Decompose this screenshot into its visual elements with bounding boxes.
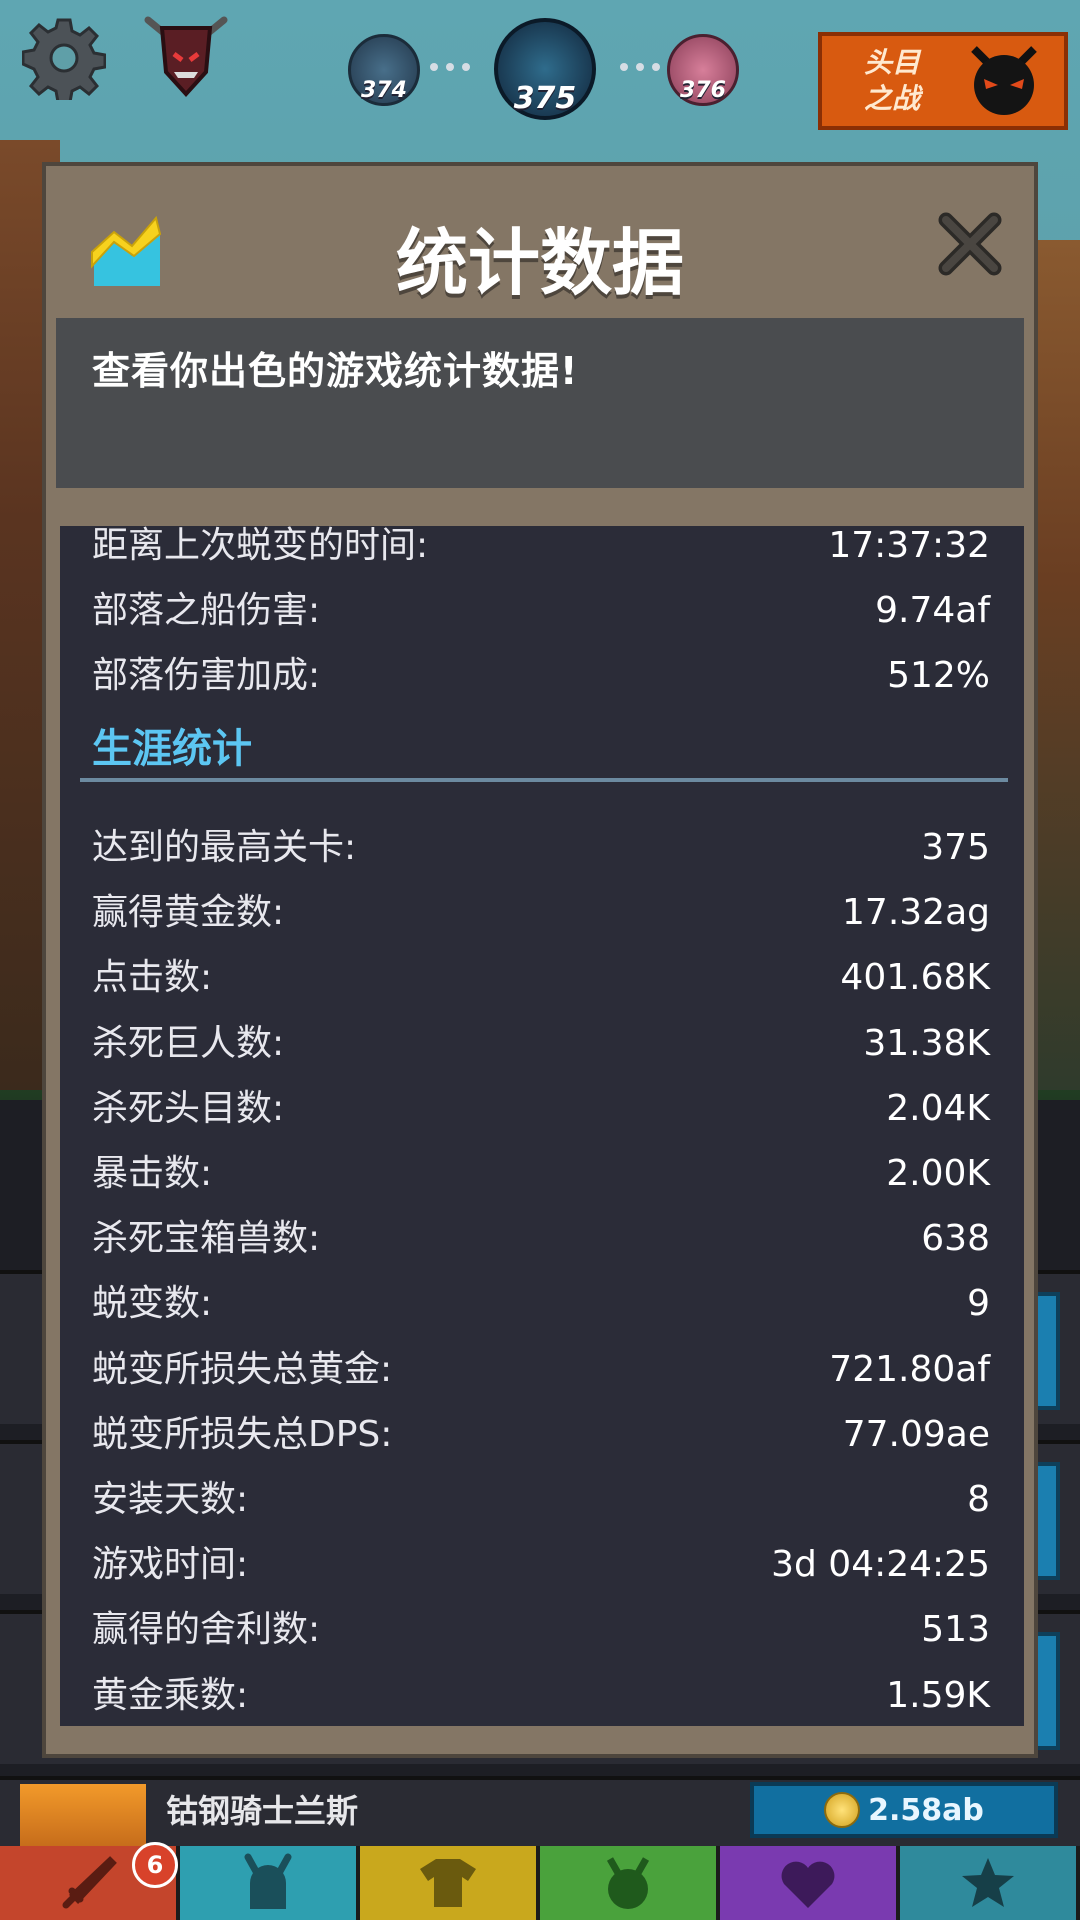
stat-row: 暴击数: 2.00K — [60, 1142, 1024, 1206]
stage-dot — [636, 63, 644, 71]
stat-row: 杀死巨人数: 31.38K — [60, 1012, 1024, 1076]
stat-value: 17.32ag — [842, 892, 990, 934]
stat-value: 31.38K — [863, 1022, 990, 1064]
stat-row: 部落之船伤害: 9.74af — [60, 579, 1024, 643]
stat-row: 蜕变数: 9 — [60, 1272, 1024, 1336]
stat-value: 721.80af — [829, 1348, 990, 1390]
stat-value: 9 — [967, 1283, 990, 1325]
tab-sword[interactable]: 6 — [0, 1842, 180, 1920]
stat-value: 1.59K — [886, 1674, 990, 1716]
stat-row: 蜕变所损失总黄金: 721.80af — [60, 1338, 1024, 1402]
stat-label: 暴击数: — [92, 1153, 213, 1194]
stage-dot — [652, 63, 660, 71]
pet-icon — [606, 1857, 650, 1909]
hero-name: 钴钢骑士兰斯 — [166, 1792, 359, 1830]
viking-helmet-icon — [244, 1853, 292, 1909]
stat-value: 638 — [921, 1218, 990, 1260]
stat-label: 游戏时间: — [92, 1544, 249, 1586]
star-icon — [962, 1858, 1014, 1907]
sword-icon — [62, 1856, 117, 1909]
stat-label: 杀死巨人数: — [92, 1022, 285, 1064]
stat-row: 达到的最高关卡: 375 — [60, 816, 1024, 880]
stat-value: 2.04K — [886, 1087, 990, 1129]
stat-label: 点击数: — [92, 957, 213, 999]
stat-value: 512% — [887, 655, 990, 696]
stage-current: 375 — [494, 18, 596, 120]
settings-gear-icon[interactable] — [22, 16, 106, 100]
statistics-dialog: 统计数据 查看你出色的游戏统计数据! 距离上次蜕变的时间: 17:37:32 部… — [42, 162, 1038, 1758]
stage-dot — [430, 63, 438, 71]
stat-label: 蜕变所损失总黄金: — [92, 1348, 393, 1390]
stat-label: 距离上次蜕变的时间: — [92, 526, 429, 566]
section-divider — [80, 778, 1008, 782]
fight-boss-label: 头目 之战 — [863, 46, 920, 115]
dialog-description: 查看你出色的游戏统计数据! — [92, 349, 579, 393]
tab-equipment[interactable] — [360, 1846, 540, 1920]
stage-previous: 374 — [348, 34, 420, 106]
tab-artifacts[interactable] — [900, 1846, 1080, 1920]
stat-row: 点击数: 401.68K — [60, 946, 1024, 1010]
stat-row: 安装天数: 8 — [60, 1468, 1024, 1532]
clan-shield-icon[interactable] — [140, 14, 232, 100]
fight-boss-button[interactable]: 头目 之战 — [818, 32, 1068, 130]
close-icon[interactable] — [934, 208, 1006, 280]
stat-label: 蜕变所损失总DPS: — [92, 1413, 393, 1455]
stat-label: 部落之船伤害: — [92, 590, 321, 631]
stat-label: 达到的最高关卡: — [92, 827, 357, 868]
stat-row: 蜕变所损失总DPS: 77.09ae — [60, 1403, 1024, 1467]
hero-cost: 2.58ab — [868, 1792, 984, 1828]
stat-row: 距离上次蜕变的时间: 17:37:32 — [60, 526, 1024, 578]
stat-label: 杀死头目数: — [92, 1087, 285, 1129]
stat-value: 9.74af — [875, 590, 990, 631]
stat-value: 2.00K — [886, 1153, 990, 1194]
stat-row: 杀死头目数: 2.04K — [60, 1077, 1024, 1141]
stat-value: 8 — [967, 1479, 990, 1520]
shirt-icon — [420, 1859, 476, 1907]
dialog-description-box: 查看你出色的游戏统计数据! — [56, 318, 1024, 488]
tab-heroes[interactable] — [180, 1846, 360, 1920]
stage-dot — [620, 63, 628, 71]
stat-row: 赢得黄金数: 17.32ag — [60, 881, 1024, 945]
stats-list[interactable]: 距离上次蜕变的时间: 17:37:32 部落之船伤害: 9.74af 部落伤害加… — [60, 526, 1024, 1726]
stat-row: 赢得的舍利数: 513 — [60, 1598, 1024, 1662]
notification-badge: 6 — [132, 1842, 178, 1888]
stat-row: 杀死宝箱兽数: 638 — [60, 1207, 1024, 1271]
bottom-tab-bar: 6 — [0, 1842, 1080, 1920]
tab-clan[interactable] — [720, 1846, 900, 1920]
hero-upgrade-button[interactable]: 2.58ab — [750, 1782, 1058, 1838]
stat-value: 17:37:32 — [828, 526, 990, 566]
stat-label: 杀死宝箱兽数: — [92, 1218, 321, 1260]
career-section-title: 生涯统计 — [92, 726, 252, 772]
hero-portrait — [20, 1784, 146, 1850]
stat-label: 赢得黄金数: — [92, 892, 285, 934]
heart-icon — [781, 1861, 835, 1908]
stat-value: 513 — [921, 1609, 990, 1651]
dialog-header: 统计数据 — [46, 166, 1034, 316]
stat-row: 游戏时间: 3d 04:24:25 — [60, 1533, 1024, 1597]
stage-dot — [462, 63, 470, 71]
stat-label: 蜕变数: — [92, 1283, 213, 1325]
gold-coin-icon — [824, 1792, 861, 1828]
stage-dot — [446, 63, 454, 71]
stage-next: 376 — [667, 34, 739, 106]
stat-value: 77.09ae — [842, 1413, 990, 1455]
stat-row: 黄金乘数: 1.59K — [60, 1664, 1024, 1726]
hero-row: 钴钢骑士兰斯 2.58ab — [0, 1776, 1080, 1850]
stat-value: 3d 04:24:25 — [771, 1544, 990, 1586]
stat-label: 黄金乘数: — [92, 1674, 249, 1716]
tab-pets[interactable] — [540, 1846, 720, 1920]
stat-label: 部落伤害加成: — [92, 655, 321, 696]
stat-value: 375 — [921, 827, 990, 868]
boss-face-icon — [966, 43, 1042, 119]
stat-label: 安装天数: — [92, 1479, 249, 1520]
dialog-title: 统计数据 — [395, 221, 684, 305]
stat-label: 赢得的舍利数: — [92, 1609, 321, 1651]
stat-row: 部落伤害加成: 512% — [60, 644, 1024, 708]
stat-value: 401.68K — [840, 957, 990, 999]
